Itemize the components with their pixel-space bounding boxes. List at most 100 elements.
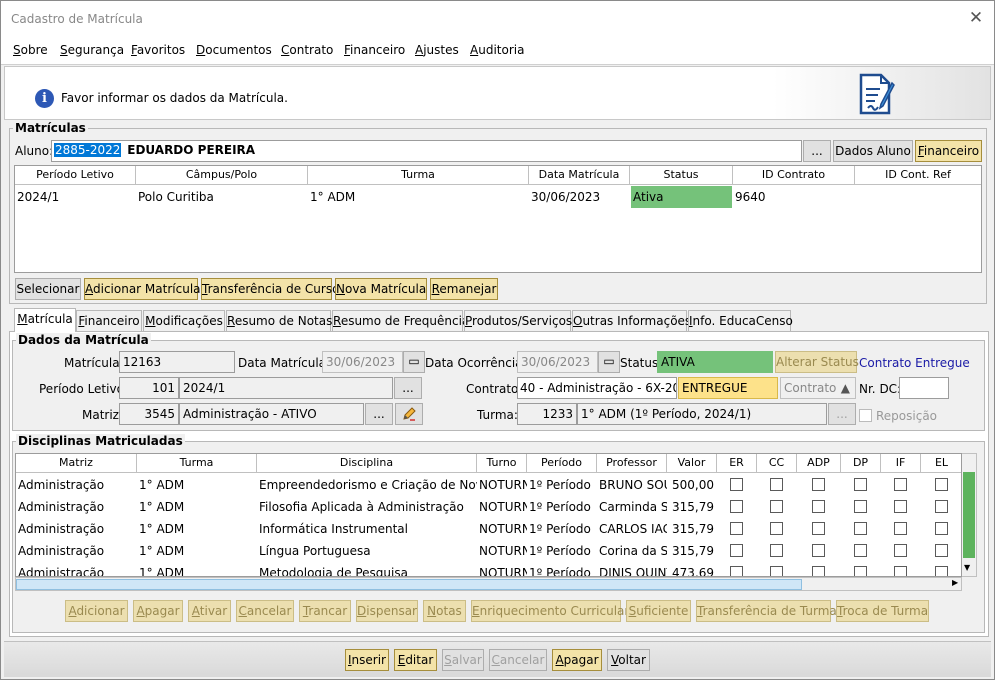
aluno-field[interactable]: 2885-2022 EDUARDO PEREIRA	[51, 140, 802, 162]
checkbox-er[interactable]	[730, 500, 743, 513]
scroll-right-icon[interactable]: ▶	[952, 578, 958, 587]
col-turma[interactable]: Turma	[308, 166, 529, 185]
tab-resumo-notas[interactable]: Resumo de Notas	[226, 310, 332, 331]
checkbox-er[interactable]	[730, 566, 743, 576]
vertical-scrollbar[interactable]: ▼	[962, 453, 977, 577]
matriz-field[interactable]: Administração - ATIVO	[179, 403, 364, 425]
data-matricula-field[interactable]: 30/06/2023	[322, 351, 403, 373]
dados-aluno-button[interactable]: Dados Aluno	[833, 140, 913, 162]
nova-matricula-button[interactable]: Nova Matrícula	[335, 278, 427, 300]
salvar-button[interactable]: Salvar	[442, 649, 484, 671]
checkbox-adp[interactable]	[812, 500, 825, 513]
checkbox-cc[interactable]	[770, 500, 783, 513]
trancar-button[interactable]: Trancar	[299, 600, 351, 622]
checkbox-el[interactable]	[935, 478, 948, 491]
col-id-cont-ref[interactable]: ID Cont. Ref	[855, 166, 981, 185]
hscroll-thumb[interactable]	[16, 579, 802, 590]
contrato-field[interactable]: 40 - Administração - 6X-2023	[517, 377, 677, 399]
checkbox-if[interactable]	[894, 544, 907, 557]
tab-produtos-servicos[interactable]: Produtos/Serviços	[464, 310, 572, 331]
ativar-button[interactable]: Ativar	[188, 600, 231, 622]
col-campus[interactable]: Câmpus/Polo	[136, 166, 308, 185]
matriz-edit-button[interactable]	[395, 403, 423, 425]
tab-resumo-frequencia[interactable]: Resumo de Frequência	[332, 310, 469, 331]
calendar-icon[interactable]: ▭	[598, 351, 620, 373]
checkbox-dp[interactable]	[854, 566, 867, 576]
tab-info-educacenso[interactable]: Info. EducaCenso	[688, 310, 793, 331]
checkbox-cc[interactable]	[770, 522, 783, 535]
calendar-icon[interactable]: ▭	[403, 351, 425, 373]
horizontal-scrollbar[interactable]: ▶	[15, 577, 962, 591]
checkbox-er[interactable]	[730, 522, 743, 535]
checkbox-cc[interactable]	[770, 566, 783, 576]
tab-modificacoes[interactable]: Modificações	[143, 310, 225, 331]
col-status[interactable]: Status	[630, 166, 733, 185]
adicionar-matricula-button[interactable]: Adicionar Matrícula	[84, 278, 201, 300]
menu-financeiro[interactable]: Financeiro	[344, 43, 405, 57]
transferencia-turma-button[interactable]: Transferência de Turma	[696, 600, 837, 622]
col-er[interactable]: ER	[717, 454, 757, 473]
checkbox-adp[interactable]	[812, 544, 825, 557]
notas-button[interactable]: Notas	[423, 600, 466, 622]
checkbox-adp[interactable]	[812, 566, 825, 576]
checkbox-dp[interactable]	[854, 544, 867, 557]
menu-favoritos[interactable]: Favoritos	[131, 43, 185, 57]
contrato-entregue-link[interactable]: Contrato Entregue	[859, 356, 970, 370]
checkbox-el[interactable]	[935, 522, 948, 535]
cancelar-disciplina-button[interactable]: Cancelar	[236, 600, 294, 622]
col-disciplina[interactable]: Disciplina	[257, 454, 477, 473]
data-ocorrencia-field[interactable]: 30/06/2023	[517, 351, 598, 373]
col-turno[interactable]: Turno	[477, 454, 527, 473]
close-icon[interactable]: ✕	[966, 8, 986, 28]
col-periodo-letivo[interactable]: Período Letivo	[15, 166, 136, 185]
col-cc[interactable]: CC	[757, 454, 797, 473]
enriquecimento-curricular-button[interactable]: Enriquecimento Curricular	[471, 600, 629, 622]
cancelar-button[interactable]: Cancelar	[489, 649, 547, 671]
checkbox-if[interactable]	[894, 566, 907, 576]
matriz-search-button[interactable]: ...	[365, 403, 393, 425]
periodo-search-button[interactable]: ...	[394, 377, 422, 399]
col-valor[interactable]: Valor	[667, 454, 717, 473]
inserir-button[interactable]: Inserir	[345, 649, 389, 671]
checkbox-er[interactable]	[730, 478, 743, 491]
menu-contrato[interactable]: Contrato	[281, 43, 333, 57]
voltar-button[interactable]: Voltar	[607, 649, 650, 671]
checkbox-if[interactable]	[894, 522, 907, 535]
adicionar-disciplina-button[interactable]: Adicionar	[65, 600, 128, 622]
financeiro-button[interactable]: Financeiro	[915, 140, 982, 162]
turma-search-button[interactable]: ...	[828, 403, 856, 425]
aluno-search-button[interactable]: ...	[803, 140, 831, 162]
status-field[interactable]: ATIVA	[657, 351, 773, 373]
apagar-button[interactable]: Apagar	[552, 649, 602, 671]
col-if[interactable]: IF	[881, 454, 921, 473]
nr-dc-field[interactable]	[899, 377, 949, 399]
menu-documentos[interactable]: Documentos	[196, 43, 272, 57]
turma-field[interactable]: 1° ADM (1º Período, 2024/1)	[577, 403, 827, 425]
menu-ajustes[interactable]: Ajustes	[415, 43, 459, 57]
turma-code-field[interactable]: 1233	[517, 403, 577, 425]
checkbox-dp[interactable]	[854, 500, 867, 513]
suficiente-button[interactable]: Suficiente	[626, 600, 691, 622]
contrato-status-field[interactable]: ENTREGUE	[678, 377, 778, 399]
transferencia-curso-button[interactable]: Transferência de Curso	[201, 278, 339, 300]
periodo-code-field[interactable]: 101	[119, 377, 179, 399]
checkbox-adp[interactable]	[812, 478, 825, 491]
checkbox-cc[interactable]	[770, 478, 783, 491]
checkbox-adp[interactable]	[812, 522, 825, 535]
periodo-field[interactable]: 2024/1	[179, 377, 393, 399]
checkbox-el[interactable]	[935, 500, 948, 513]
alterar-status-button[interactable]: Alterar Status	[775, 351, 859, 373]
col-adp[interactable]: ADP	[797, 454, 841, 473]
checkbox-if[interactable]	[894, 478, 907, 491]
col-el[interactable]: EL	[921, 454, 961, 473]
col-matriz[interactable]: Matriz	[16, 454, 137, 473]
tab-outras-informacoes[interactable]: Outras Informações	[572, 310, 691, 331]
checkbox-if[interactable]	[894, 500, 907, 513]
contrato-select[interactable]: Contrato ▲	[780, 377, 856, 399]
scroll-down-icon[interactable]: ▼	[964, 563, 970, 572]
col-turma[interactable]: Turma	[137, 454, 257, 473]
col-id-contrato[interactable]: ID Contrato	[733, 166, 855, 185]
apagar-disciplina-button[interactable]: Apagar	[133, 600, 183, 622]
editar-button[interactable]: Editar	[394, 649, 437, 671]
checkbox-dp[interactable]	[854, 522, 867, 535]
